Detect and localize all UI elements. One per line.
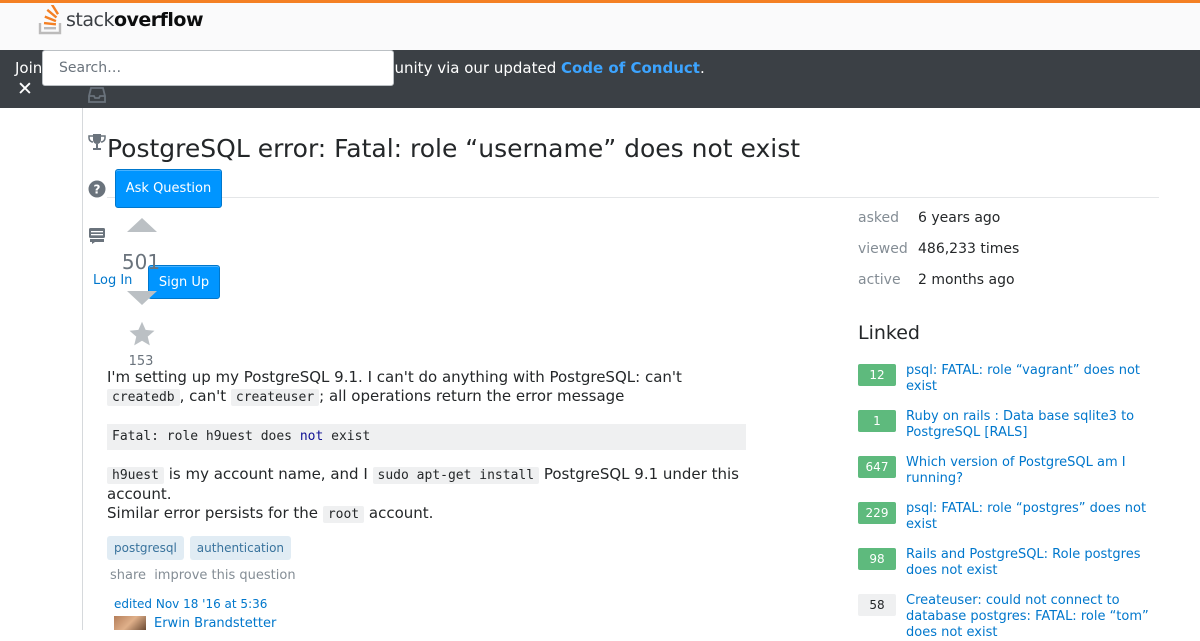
body-text: is my account name, and I	[163, 465, 373, 483]
linked-question-link[interactable]: psql: FATAL: role “vagrant” does not exi…	[906, 363, 1158, 395]
body-text: Similar error persists for the	[107, 504, 323, 522]
stack-logo-icon	[38, 5, 62, 35]
inline-code: createuser	[230, 389, 320, 406]
inline-code: createdb	[107, 389, 180, 406]
tag-authentication[interactable]: authentication	[189, 536, 292, 560]
body-paragraph-1: I'm setting up my PostgreSQL 9.1. I can'…	[107, 368, 757, 407]
logo-text-light: stack	[66, 9, 114, 31]
stat-active: active 2 months ago	[858, 272, 1015, 288]
body-text: ; all operations return the error messag…	[319, 387, 625, 405]
linked-heading: Linked	[858, 322, 920, 344]
linked-question-link[interactable]: Which version of PostgreSQL am I running…	[906, 455, 1158, 487]
stat-label: asked	[858, 210, 899, 226]
question-tags: postgresql authentication	[107, 536, 292, 560]
linked-question-link[interactable]: Createuser: could not connect to databas…	[906, 593, 1158, 641]
banner-link-suffix: .	[699, 59, 705, 77]
linked-score-badge[interactable]: 229	[858, 502, 896, 524]
code-of-conduct-link[interactable]: Code of Conduct	[561, 59, 700, 77]
linked-score-badge[interactable]: 98	[858, 548, 896, 570]
trophy-icon[interactable]	[88, 133, 106, 151]
body-text: , can't	[179, 387, 231, 405]
code-text: Fatal: role h9uest does	[112, 429, 300, 444]
tag-postgresql[interactable]: postgresql	[107, 536, 184, 560]
stat-viewed: viewed 486,233 times	[858, 241, 1019, 257]
vote-count: 501	[121, 250, 161, 274]
share-link[interactable]: share	[110, 568, 146, 583]
svg-text:?: ?	[94, 183, 101, 197]
left-sidebar-border	[82, 108, 83, 630]
code-text: exist	[323, 429, 371, 444]
vote-up-icon[interactable]	[127, 218, 157, 232]
linked-score-badge[interactable]: 647	[858, 456, 896, 478]
editor-name-link[interactable]: Erwin Brandstetter	[154, 616, 276, 631]
stat-label: active	[858, 272, 901, 288]
editor-avatar[interactable]	[114, 616, 146, 630]
linked-score-badge[interactable]: 1	[858, 410, 896, 432]
search-input[interactable]	[42, 50, 394, 86]
post-menu: share improve this question	[110, 568, 300, 583]
linked-question-link[interactable]: Rails and PostgreSQL: Role postgres does…	[906, 547, 1158, 579]
inbox-icon[interactable]	[88, 86, 106, 104]
favorite-count: 153	[128, 354, 154, 369]
edited-timestamp-link[interactable]: edited Nov 18 '16 at 5:36	[114, 597, 267, 611]
inline-code: root	[322, 506, 365, 523]
banner-close-icon[interactable]: ✕	[17, 79, 33, 99]
linked-score-badge[interactable]: 58	[858, 594, 896, 616]
banner-text-start: Join	[15, 59, 43, 77]
logo-text-bold: overflow	[113, 9, 204, 31]
stat-value[interactable]: 2 months ago	[918, 272, 1015, 288]
title-divider	[107, 197, 1159, 198]
stat-value: 486,233 times	[918, 241, 1020, 257]
code-block: Fatal: role h9uest does not exist	[107, 424, 746, 450]
code-keyword: not	[299, 429, 324, 444]
log-in-link[interactable]: Log In	[93, 273, 132, 288]
stat-label: viewed	[858, 241, 908, 257]
stackoverflow-logo[interactable]: stackoverflow	[38, 5, 204, 35]
stat-asked: asked 6 years ago	[858, 210, 1000, 226]
vote-down-icon[interactable]	[127, 291, 157, 305]
question-title[interactable]: PostgreSQL error: Fatal: role “username”…	[107, 134, 800, 163]
improve-question-link[interactable]: improve this question	[154, 568, 295, 583]
favorite-star-icon[interactable]	[128, 320, 156, 348]
body-text: I'm setting up my PostgreSQL 9.1. I can'…	[107, 368, 682, 386]
linked-score-badge[interactable]: 12	[858, 364, 896, 386]
logo-wordmark: stackoverflow	[66, 5, 204, 35]
body-text: account.	[364, 504, 434, 522]
inline-code: sudo apt-get install	[372, 467, 540, 484]
linked-question-link[interactable]: Ruby on rails : Data base sqlite3 to Pos…	[906, 409, 1158, 441]
ask-question-button[interactable]: Ask Question	[115, 169, 222, 208]
linked-question-link[interactable]: psql: FATAL: role “postgres” does not ex…	[906, 501, 1158, 533]
help-icon[interactable]: ?	[88, 180, 106, 198]
chat-icon[interactable]	[88, 227, 106, 245]
body-paragraph-2: h9uest is my account name, and I sudo ap…	[107, 465, 757, 524]
inline-code: h9uest	[107, 467, 164, 484]
top-bar: stackoverflow	[0, 0, 1200, 50]
question-body: I'm setting up my PostgreSQL 9.1. I can'…	[107, 368, 757, 524]
stat-value: 6 years ago	[918, 210, 1001, 226]
banner-text-visible: mmunity via our updated	[365, 59, 561, 77]
